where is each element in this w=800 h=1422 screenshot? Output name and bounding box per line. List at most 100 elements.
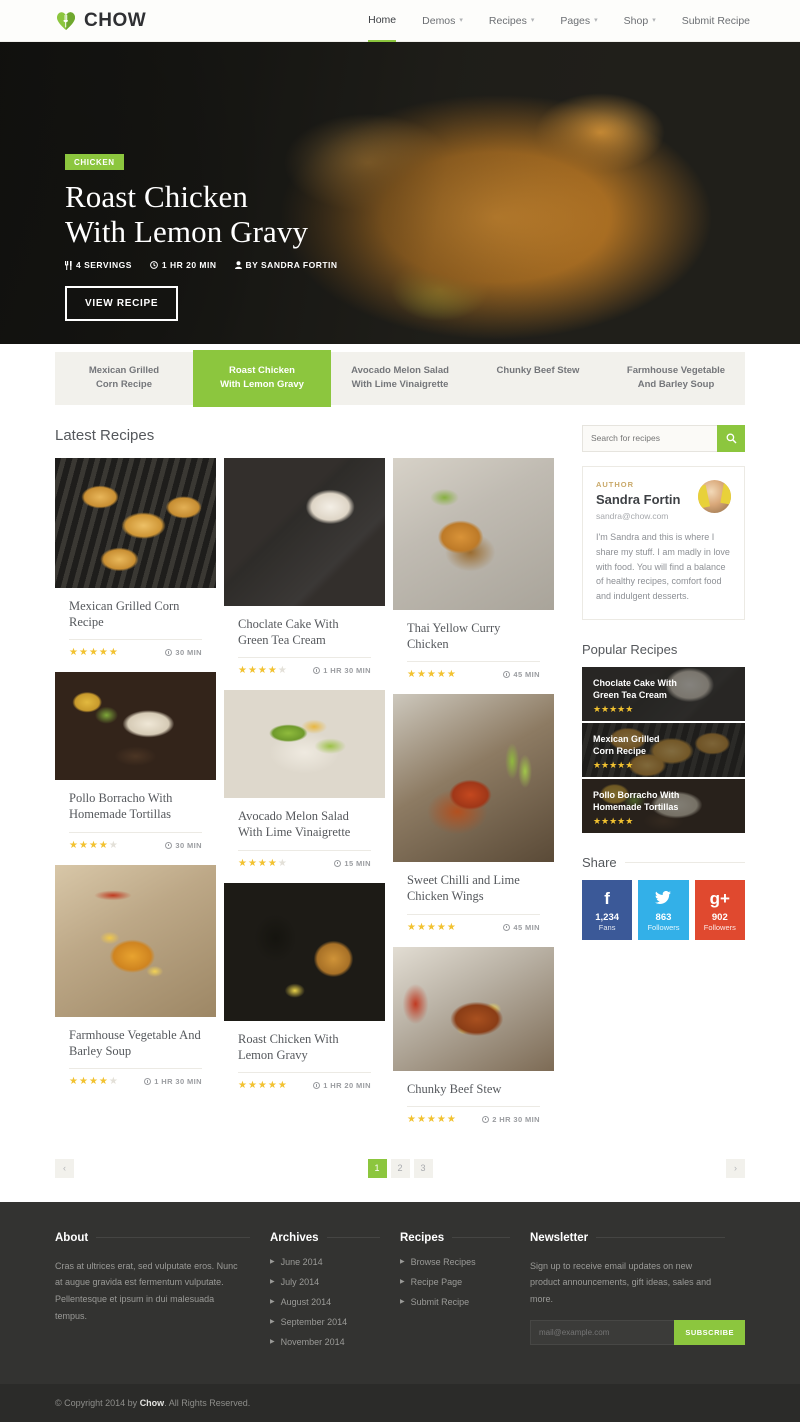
archive-link[interactable]: ▶ August 2014 <box>270 1297 400 1307</box>
popular-recipe-title: Choclate Cake With Green Tea Cream <box>592 678 677 701</box>
search-button[interactable] <box>717 424 745 452</box>
recipe-title[interactable]: Choclate Cake With Green Tea Cream <box>238 616 371 649</box>
star-icon: ★ <box>446 1113 456 1125</box>
tab-avocado-melon-salad[interactable]: Avocado Melon Salad With Lime Vinaigrett… <box>331 352 469 405</box>
star-icon: ★ <box>426 669 436 680</box>
popular-recipe-body: Choclate Cake With Green Tea Cream ★★★★★ <box>593 677 737 715</box>
recipe-meta: ★ ★ ★ ★ ★ 30 MIN <box>69 831 202 851</box>
nav-item-recipes[interactable]: Recipes ▾ <box>489 0 534 42</box>
footer-archives-title: Archives <box>270 1232 400 1244</box>
star-icon: ★ <box>98 647 108 658</box>
recipe-card[interactable]: Thai Yellow Curry Chicken ★ ★ ★ ★ ★ 45 MIN <box>392 457 554 680</box>
tab-mexican-grilled-corn[interactable]: Mexican Grilled Corn Recipe <box>55 352 193 405</box>
recipe-image[interactable] <box>392 946 554 1071</box>
pagination-page-2[interactable]: 2 <box>390 1158 410 1178</box>
star-icon: ★ <box>247 665 257 676</box>
footer-recipe-link[interactable]: ▶ Browse Recipes <box>400 1257 530 1267</box>
facebook-share-button[interactable]: f 1,234 Fans <box>581 880 633 941</box>
pagination-next[interactable]: › <box>726 1158 745 1178</box>
star-icon: ★ <box>416 921 426 933</box>
recipe-title[interactable]: Sweet Chilli and Lime Chicken Wings <box>407 872 540 905</box>
chevron-down-icon: ▾ <box>652 16 656 24</box>
star-icon: ★ <box>436 669 446 680</box>
recipe-image[interactable] <box>392 457 554 610</box>
nav-item-submit-recipe[interactable]: Submit Recipe <box>682 0 750 42</box>
clock-icon <box>503 923 511 931</box>
recipe-title[interactable]: Avocado Melon Salad With Lime Vinaigrett… <box>238 808 371 841</box>
archive-link[interactable]: ▶ June 2014 <box>270 1257 400 1267</box>
tab-line2: Corn Recipe <box>96 379 152 391</box>
recipe-card[interactable]: Pollo Borracho With Homemade Tortillas ★ ★… <box>55 672 216 851</box>
nav-item-home[interactable]: Home <box>368 0 397 42</box>
recipe-image[interactable] <box>392 694 554 862</box>
recipe-title[interactable]: Thai Yellow Curry Chicken <box>407 620 540 653</box>
logo-text: CHOW <box>84 9 147 31</box>
hero-servings: 4 SERVINGS <box>65 260 132 270</box>
star-icon: ★ <box>78 839 88 851</box>
footer-recipe-link[interactable]: ▶ Recipe Page <box>400 1277 530 1287</box>
share-title: Share <box>582 855 745 870</box>
recipe-title[interactable]: Farmhouse Vegetable And Barley Soup <box>69 1027 202 1060</box>
popular-recipe-item[interactable]: Choclate Cake With Green Tea Cream ★★★★★ <box>581 667 745 724</box>
tab-line1: Avocado Melon Salad <box>351 365 449 376</box>
rating-stars: ★ ★ ★ ★ ★ <box>69 1076 118 1087</box>
tab-roast-chicken[interactable]: Roast Chicken With Lemon Gravy <box>193 350 331 407</box>
search-input[interactable] <box>581 424 717 452</box>
recipe-card[interactable]: Chunky Beef Stew ★ ★ ★ ★ ★ 2 HR 30 MIN <box>392 946 554 1125</box>
recipe-card[interactable]: Mexican Grilled Corn Recipe ★ ★ ★ ★ ★ 30 MIN <box>55 457 216 658</box>
recipe-image[interactable] <box>55 864 216 1017</box>
archive-link[interactable]: ▶ September 2014 <box>270 1317 400 1327</box>
site-logo[interactable]: CHOW <box>55 10 146 32</box>
subscribe-button[interactable]: SUBSCRIBE <box>674 1319 745 1345</box>
tab-chunky-beef-stew[interactable]: Chunky Beef Stew <box>469 352 607 405</box>
clock-icon <box>503 671 511 678</box>
popular-recipes-list: Choclate Cake With Green Tea Cream ★★★★★ Me… <box>581 667 745 836</box>
star-icon: ★ <box>237 1080 247 1091</box>
recipe-title[interactable]: Roast Chicken With Lemon Gravy <box>238 1031 371 1064</box>
hero-content: Chicken Roast Chicken With Lemon Gravy 4… <box>0 42 800 322</box>
recipe-time: 30 MIN <box>165 841 202 850</box>
recipe-image[interactable] <box>223 457 385 606</box>
hero-category-badge[interactable]: Chicken <box>65 154 124 170</box>
clock-icon <box>313 667 321 674</box>
footer-recipe-link[interactable]: ▶ Submit Recipe <box>400 1297 530 1307</box>
recipe-image[interactable] <box>223 690 385 798</box>
googleplus-share-button[interactable]: g+ 902 Followers <box>694 880 745 941</box>
view-recipe-button[interactable]: VIEW RECIPE <box>65 286 179 322</box>
nav-item-demos[interactable]: Demos ▾ <box>422 0 463 42</box>
recipe-card[interactable]: Avocado Melon Salad With Lime Vinaigrett… <box>223 690 385 869</box>
pagination-page-3[interactable]: 3 <box>413 1158 433 1178</box>
tab-farmhouse-vegetable[interactable]: Farmhouse Vegetable And Barley Soup <box>607 352 745 405</box>
popular-recipe-item[interactable]: Pollo Borracho With Homemade Tortillas ★★★… <box>581 779 745 836</box>
star-icon: ★ <box>446 921 456 933</box>
archive-link[interactable]: ▶ November 2014 <box>270 1337 400 1347</box>
popular-recipe-item[interactable]: Mexican Grilled Corn Recipe ★★★★★ <box>581 723 745 780</box>
bullet-icon: ▶ <box>270 1259 275 1266</box>
recipe-image[interactable] <box>55 672 216 780</box>
recipe-card[interactable]: Sweet Chilli and Lime Chicken Wings ★ ★ ★ ★ ★… <box>392 694 554 933</box>
nav-item-pages[interactable]: Pages ▾ <box>560 0 597 42</box>
author-name: Sandra Fortin <box>595 491 681 507</box>
recipe-image[interactable] <box>223 882 385 1021</box>
nav-label: Shop <box>623 14 649 27</box>
recipe-card[interactable]: Choclate Cake With Green Tea Cream ★ ★ ★ ★ ★ 1… <box>223 457 385 676</box>
pagination-page-1[interactable]: 1 <box>367 1158 387 1178</box>
twitter-share-button[interactable]: 863 Followers <box>638 880 689 941</box>
pagination-prev[interactable]: ‹ <box>55 1158 74 1178</box>
newsletter-email-input[interactable] <box>530 1319 675 1345</box>
archive-link[interactable]: ▶ July 2014 <box>270 1277 400 1287</box>
recipe-title[interactable]: Pollo Borracho With Homemade Tortillas <box>69 790 202 823</box>
page-title: Latest Recipes <box>55 426 155 444</box>
footer-recipes-title-text: Recipes <box>400 1231 445 1244</box>
author-label: AUTHOR <box>595 479 635 489</box>
recipe-title[interactable]: Mexican Grilled Corn Recipe <box>69 598 202 631</box>
recipe-card-body: Pollo Borracho With Homemade Tortillas ★ ★… <box>55 780 216 851</box>
recipe-card[interactable]: Farmhouse Vegetable And Barley Soup ★ ★ ★ ★ ★… <box>55 864 216 1087</box>
rating-stars: ★ ★ ★ ★ ★ <box>407 669 456 680</box>
copyright-post: . All Rights Reserved. <box>164 1397 251 1408</box>
recipe-card[interactable]: Roast Chicken With Lemon Gravy ★ ★ ★ ★ ★ 1 HR … <box>223 882 385 1091</box>
recipe-title[interactable]: Chunky Beef Stew <box>407 1081 540 1097</box>
nav-item-shop[interactable]: Shop ▾ <box>624 0 656 42</box>
star-icon: ★ <box>237 665 247 676</box>
recipe-image[interactable] <box>55 457 216 588</box>
